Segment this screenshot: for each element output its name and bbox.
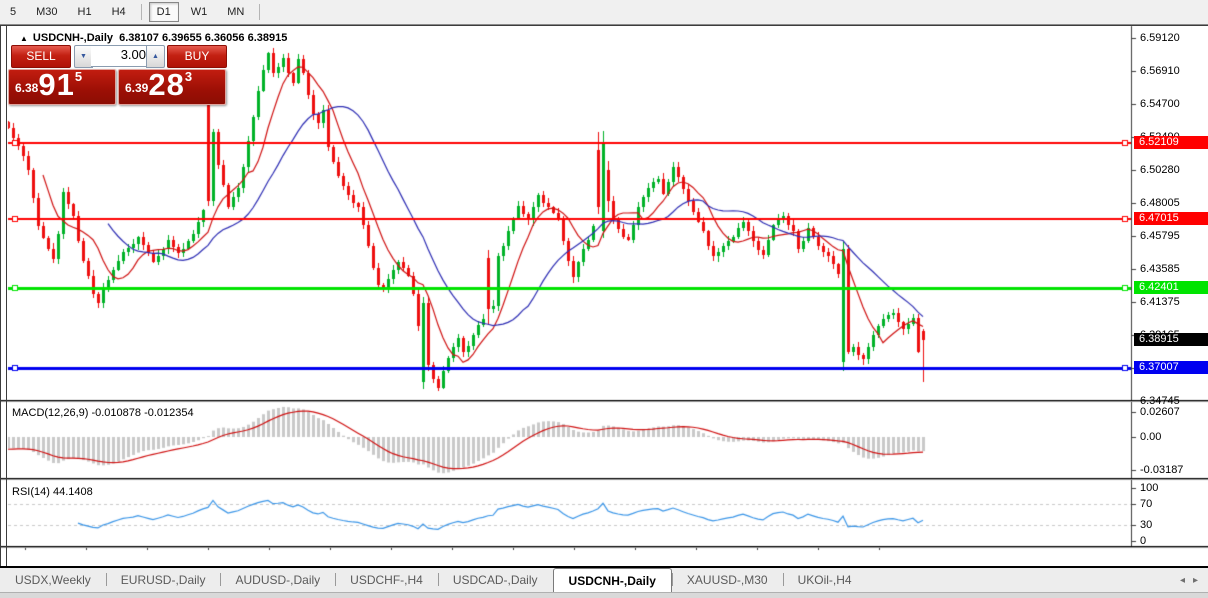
y-axis-label: 6.41375 <box>1140 296 1180 308</box>
chart-canvas[interactable] <box>0 25 1208 567</box>
tab-label: EURUSD-,Daily <box>120 573 206 587</box>
tab-label: AUDUSD-,Daily <box>235 573 321 587</box>
period-button-h4[interactable]: H4 <box>104 2 134 22</box>
sell-price-prefix: 6.38 <box>15 81 39 95</box>
trading-platform-window: 5 M30 H1 H4 D1 W1 MN ▲ USDCNH-,Daily 6.38107 6.… <box>0 0 1208 598</box>
y-axis-label: 6.54700 <box>1140 98 1180 110</box>
toolbar-separator <box>259 4 261 20</box>
volume-increase-button[interactable]: ▲ <box>146 45 165 68</box>
timeframe-toolbar: 5 M30 H1 H4 D1 W1 MN <box>0 0 1208 25</box>
tab-divider <box>105 573 107 586</box>
tab-divider <box>220 573 222 586</box>
bottom-strip <box>0 592 1208 598</box>
buy-price-prefix: 6.39 <box>125 81 149 95</box>
collapse-indicator-arrow-icon[interactable]: ▲ <box>20 34 28 43</box>
macd-indicator-label: MACD(12,26,9) -0.010878 -0.012354 <box>12 407 194 419</box>
buy-price-display[interactable]: 6.39283 <box>118 67 226 105</box>
y-axis-label: 6.56910 <box>1140 65 1180 77</box>
tab-scroll-left-icon[interactable]: ◂ <box>1180 575 1185 586</box>
tab-label: USDCNH-,Daily <box>568 573 656 588</box>
tab-usdchf-h4[interactable]: USDCHF-,H4 <box>335 568 438 592</box>
macd-axis-label: 0.02607 <box>1140 406 1180 418</box>
toolbar-separator <box>140 4 142 20</box>
chart-title: ▲ USDCNH-,Daily 6.38107 6.39655 6.36056 6… <box>20 32 287 44</box>
tab-usdcnh-daily[interactable]: USDCNH-,Daily <box>552 568 672 592</box>
hline-price-label: 6.52109 <box>1134 136 1208 149</box>
buy-price-pips: 28 <box>148 67 185 102</box>
one-click-trade-panel: SELL ▼ 3.00 ▲ BUY 6.38915 6.39283 <box>8 45 228 105</box>
tab-xauusd-m30[interactable]: XAUUSD-,M30 <box>671 568 783 592</box>
period-button-w1[interactable]: W1 <box>183 2 216 22</box>
tab-label: USDX,Weekly <box>15 573 91 587</box>
sell-button[interactable]: SELL <box>11 45 71 68</box>
tab-divider <box>335 573 337 586</box>
tab-divider <box>671 573 673 586</box>
tab-audusd-daily[interactable]: AUDUSD-,Daily <box>220 568 335 592</box>
period-button-m30[interactable]: M30 <box>28 2 65 22</box>
chart-ohlc-values: 6.38107 6.39655 6.36056 6.38915 <box>119 32 288 44</box>
hline-price-label: 6.47015 <box>1134 212 1208 225</box>
chart-left-border-outer <box>0 25 1 567</box>
y-axis-label: 6.48005 <box>1140 197 1180 209</box>
tab-usdcad-daily[interactable]: USDCAD-,Daily <box>437 568 553 592</box>
buy-button[interactable]: BUY <box>167 45 227 68</box>
chart-window: ▲ USDCNH-,Daily 6.38107 6.39655 6.36056 6… <box>0 25 1208 586</box>
tab-label: USDCHF-,H4 <box>350 573 423 587</box>
macd-axis-label: -0.03187 <box>1140 464 1184 476</box>
y-axis-label: 6.43585 <box>1140 263 1180 275</box>
tab-scroll-right-icon[interactable]: ▸ <box>1193 575 1198 586</box>
hline-price-label: 6.37007 <box>1134 361 1208 374</box>
y-axis-label: 6.59120 <box>1140 32 1180 44</box>
tab-label: UKOil-,H4 <box>797 573 852 587</box>
chart-tab-bar: USDX,Weekly EURUSD-,Daily AUDUSD-,Daily USD… <box>0 568 1208 592</box>
hline-price-label: 6.42401 <box>1134 281 1208 294</box>
tab-eurusd-daily[interactable]: EURUSD-,Daily <box>105 568 221 592</box>
trade-controls-row: SELL ▼ 3.00 ▲ BUY <box>8 45 228 68</box>
tab-usdx-weekly[interactable]: USDX,Weekly <box>0 568 106 592</box>
chart-symbol-label: USDCNH-,Daily <box>32 32 113 44</box>
period-button-5[interactable]: 5 <box>2 2 24 22</box>
rsi-indicator-label: RSI(14) 44.1408 <box>12 486 93 498</box>
rsi-axis-label: 70 <box>1140 498 1153 510</box>
tab-divider <box>437 573 439 586</box>
period-button-h1[interactable]: H1 <box>70 2 100 22</box>
sell-price-point: 5 <box>74 69 83 84</box>
tab-divider <box>782 573 784 586</box>
rsi-axis-label: 30 <box>1140 519 1153 531</box>
macd-axis-label: 0.00 <box>1140 431 1162 443</box>
chart-left-border-inner <box>6 25 7 567</box>
buy-price-point: 3 <box>184 69 193 84</box>
sell-price-pips: 91 <box>38 67 75 102</box>
y-axis-label: 6.50280 <box>1140 164 1180 176</box>
tab-label: USDCAD-,Daily <box>452 573 538 587</box>
current-price-label: 6.38915 <box>1134 333 1208 346</box>
period-button-d1[interactable]: D1 <box>148 2 179 22</box>
rsi-axis-label: 0 <box>1140 535 1147 547</box>
tab-label: XAUUSD-,M30 <box>686 573 768 587</box>
volume-input[interactable]: 3.00 <box>91 45 152 67</box>
chart-top-border <box>0 25 1208 26</box>
chevron-up-icon: ▲ <box>152 53 159 60</box>
rsi-axis-label: 100 <box>1140 482 1159 494</box>
period-button-mn[interactable]: MN <box>219 2 252 22</box>
chevron-down-icon: ▼ <box>80 53 87 60</box>
sell-price-display[interactable]: 6.38915 <box>8 67 116 105</box>
y-axis-label: 6.45795 <box>1140 230 1180 242</box>
tab-ukoil-h4[interactable]: UKOil-,H4 <box>782 568 867 592</box>
